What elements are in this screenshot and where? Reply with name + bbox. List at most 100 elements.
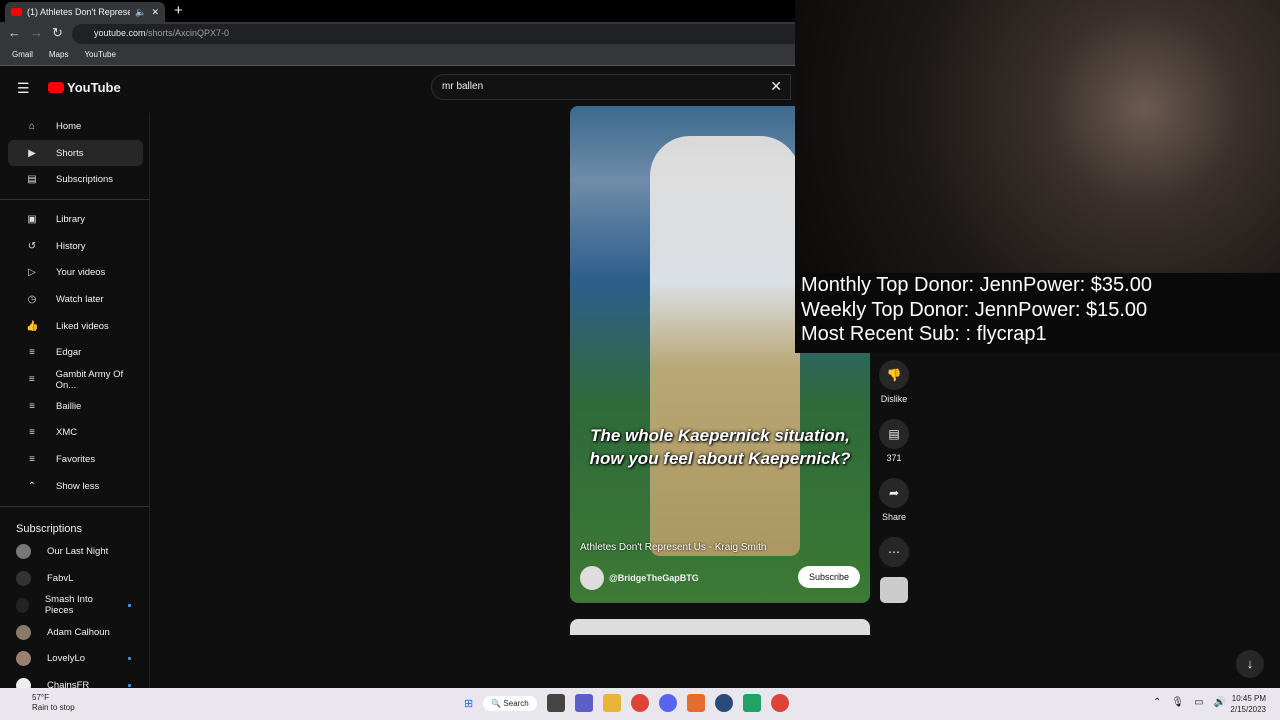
masthead: ☰ YouTube mr ballen ✕ xyxy=(0,66,795,106)
forward-icon[interactable]: → xyxy=(30,25,43,40)
network-icon[interactable]: ▭ xyxy=(1194,697,1203,708)
temperature: 57°F xyxy=(32,693,49,702)
subscription-fabvl[interactable]: FabvL xyxy=(0,565,149,592)
avatar xyxy=(16,597,29,613)
label: Watch later xyxy=(56,293,104,305)
back-icon[interactable]: ← xyxy=(8,25,21,40)
date: 2/15/2023 xyxy=(1230,705,1266,714)
chevron-up-icon[interactable]: ⌃ xyxy=(1153,697,1161,708)
next-short-preview[interactable] xyxy=(570,619,870,635)
sidebar-item-history[interactable]: ↺ History xyxy=(8,233,143,260)
video-frame xyxy=(650,136,800,556)
app-icon[interactable] xyxy=(714,694,733,712)
browser-tab[interactable]: (1) Athletes Don't Represent 🔈 ✕ xyxy=(5,2,165,22)
discord-icon[interactable] xyxy=(658,694,677,712)
time: 10:45 PM xyxy=(1231,694,1266,703)
bookmark-gmail[interactable]: Gmail xyxy=(12,50,33,61)
label: Your videos xyxy=(56,267,106,279)
channel-name[interactable]: @BridgeTheGapBTG xyxy=(609,573,699,583)
clock[interactable]: 10:45 PM 2/15/2023 xyxy=(1230,693,1266,715)
label: Baillie xyxy=(56,400,82,412)
avatar xyxy=(16,571,31,587)
search-value: mr ballen xyxy=(442,81,484,92)
subscribe-button[interactable]: Subscribe xyxy=(797,566,860,588)
sidebar: ⌂ Home ▶ Shorts ▤ Subscriptions ▣ Library ↺ H… xyxy=(0,113,150,693)
chrome-icon[interactable] xyxy=(770,694,789,712)
sidebar-item-favorites[interactable]: ≡ Favorites xyxy=(8,446,143,473)
youtube-logo[interactable]: YouTube xyxy=(48,80,121,95)
label: Gambit Army Of On... xyxy=(55,368,124,391)
channel-avatar[interactable] xyxy=(580,566,604,590)
label: Shorts xyxy=(56,147,84,159)
sidebar-item-baillie[interactable]: ≡ Baillie xyxy=(8,393,143,420)
monthly-top-donor: Monthly Top Donor: JennPower: $35.00 xyxy=(801,274,1152,296)
label: Share xyxy=(881,512,907,522)
app-icon[interactable] xyxy=(686,694,705,712)
subscription-our-last-night[interactable]: Our Last Night xyxy=(0,539,149,566)
thumbs-up-icon: 👍 xyxy=(26,320,39,332)
sidebar-item-gambit[interactable]: ≡ Gambit Army Of On... xyxy=(8,366,143,393)
comments-button[interactable]: ▤ 371 xyxy=(876,419,912,463)
most-recent-sub: Most Recent Sub: : flycrap1 xyxy=(801,323,1047,345)
sidebar-item-shorts[interactable]: ▶ Shorts xyxy=(8,139,143,167)
sidebar-item-library[interactable]: ▣ Library xyxy=(8,206,143,233)
sidebar-item-subscriptions[interactable]: ▤ Subscriptions xyxy=(8,166,143,193)
volume-icon[interactable]: 🔊 xyxy=(1214,697,1226,708)
channel-thumbnail[interactable] xyxy=(880,577,908,603)
sidebar-item-edgar[interactable]: ≡ Edgar xyxy=(8,340,143,367)
sidebar-item-home[interactable]: ⌂ Home xyxy=(8,113,143,140)
sidebar-item-watch-later[interactable]: ◷ Watch later xyxy=(8,286,143,313)
video-title[interactable]: Athletes Don't Represent Us - Kraig Smit… xyxy=(580,542,766,553)
url-input[interactable]: youtube.com/shorts/AxcinQPX7-0 xyxy=(72,24,802,44)
chrome-icon[interactable] xyxy=(630,694,649,712)
app-icon[interactable] xyxy=(742,694,761,712)
search-input[interactable]: mr ballen ✕ xyxy=(431,74,791,100)
more-button[interactable]: ⋯ xyxy=(876,537,912,571)
clear-search-icon[interactable]: ✕ xyxy=(770,78,782,95)
label: Show less xyxy=(56,480,100,492)
logo-text: YouTube xyxy=(67,80,121,95)
teams-icon[interactable] xyxy=(574,694,593,712)
library-icon: ▣ xyxy=(27,213,37,225)
label: Liked videos xyxy=(56,320,109,332)
playlist-icon: ≡ xyxy=(29,427,35,439)
channel-info[interactable]: @BridgeTheGapBTG xyxy=(580,566,699,590)
share-button[interactable]: ➦ Share xyxy=(876,478,912,522)
clock-icon: ◷ xyxy=(27,293,37,305)
sidebar-item-your-videos[interactable]: ▷ Your videos xyxy=(8,259,143,286)
subscription-lovelylo[interactable]: LovelyLo xyxy=(0,645,149,672)
hamburger-menu-icon[interactable]: ☰ xyxy=(17,80,30,97)
windows-start-icon[interactable]: ⊞ xyxy=(464,697,473,710)
weather-widget[interactable]: 57°F Rain to stop xyxy=(14,693,75,713)
new-tab-button[interactable]: + xyxy=(174,2,183,19)
new-content-dot xyxy=(128,603,131,607)
next-video-arrow-icon[interactable]: ↓ xyxy=(1236,650,1264,678)
taskbar-apps: ⊞ 🔍 Search xyxy=(464,694,789,712)
divider xyxy=(0,199,149,201)
thumbs-down-icon: 👎 xyxy=(879,360,909,390)
label: FabvL xyxy=(47,573,74,585)
sidebar-item-liked-videos[interactable]: 👍 Liked videos xyxy=(8,313,143,340)
dislike-button[interactable]: 👎 Dislike xyxy=(876,360,912,404)
reload-icon[interactable]: ↻ xyxy=(52,25,63,41)
subscription-adam-calhoun[interactable]: Adam Calhoun xyxy=(0,619,149,646)
stream-stats-overlay: Monthly Top Donor: JennPower: $35.00 Wee… xyxy=(795,273,1280,353)
label: XMC xyxy=(56,427,78,439)
close-tab-icon[interactable]: ✕ xyxy=(151,7,159,18)
caption-line: The whole Kaepernick situation, xyxy=(590,426,850,445)
label: LovelyLo xyxy=(47,653,86,665)
task-view-icon[interactable] xyxy=(546,694,565,712)
url-path: /shorts/AxcinQPX7-0 xyxy=(145,28,230,38)
speaker-icon[interactable]: 🔈 xyxy=(135,7,146,18)
playlist-icon: ≡ xyxy=(28,374,35,386)
subscription-smash-into-pieces[interactable]: Smash Into Pieces xyxy=(0,592,149,619)
microphone-icon[interactable]: 🎙 xyxy=(1171,697,1184,708)
folder-icon[interactable] xyxy=(602,694,621,712)
bookmark-maps[interactable]: Maps xyxy=(49,50,69,61)
sidebar-item-show-less[interactable]: ⌃ Show less xyxy=(8,473,143,500)
label: Home xyxy=(56,120,82,132)
home-icon: ⌂ xyxy=(28,120,36,132)
bookmark-youtube[interactable]: YouTube xyxy=(84,50,115,61)
taskbar-search[interactable]: 🔍 Search xyxy=(483,695,537,711)
sidebar-item-xmc[interactable]: ≡ XMC xyxy=(8,420,143,447)
